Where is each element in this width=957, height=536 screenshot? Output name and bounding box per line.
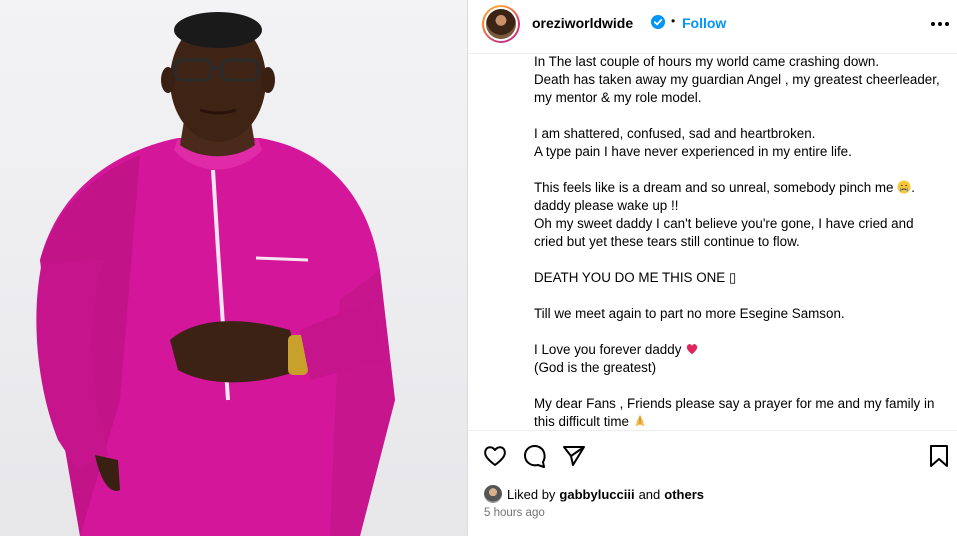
- caption-line-with-emoji: I Love you forever daddy: [534, 341, 954, 359]
- post-photo[interactable]: [0, 0, 467, 536]
- separator-dot: •: [671, 14, 676, 28]
- likes-prefix: Liked by: [507, 486, 556, 502]
- caption-period: .: [911, 180, 915, 195]
- caption-line-with-emoji: This feels like is a dream and so unreal…: [534, 179, 954, 197]
- caption-gap: [534, 161, 954, 179]
- post-timestamp[interactable]: 5 hours ago: [484, 507, 545, 519]
- post-header: oreziworldwide • Follow: [468, 0, 957, 54]
- verified-badge-icon: [651, 15, 665, 29]
- username-link[interactable]: oreziworldwide: [532, 15, 633, 31]
- liker-avatar[interactable]: [484, 485, 502, 503]
- caption-line: In The last couple of hours my world cam…: [534, 54, 880, 69]
- caption-line: Till we meet again to part no more Esegi…: [534, 306, 845, 321]
- caption-line: My dear Fans , Friends please say a pray…: [534, 396, 935, 411]
- caption-gap: [534, 377, 954, 395]
- caption-gap: [534, 323, 954, 341]
- liker-username[interactable]: gabbylucciii: [559, 487, 634, 502]
- caption-line: Death has taken away my guardian Angel ,…: [534, 72, 940, 87]
- caption-line: Oh my sweet daddy I can't believe you're…: [534, 216, 914, 231]
- man-in-pink-kaftan-image: [36, 12, 395, 536]
- instagram-post: oreziworldwide • Follow In The last coup…: [0, 0, 957, 536]
- caption-gap: [534, 107, 954, 125]
- caption-line: I am shattered, confused, sad and heartb…: [534, 126, 816, 141]
- more-options-icon[interactable]: [929, 13, 951, 35]
- post-side-panel: oreziworldwide • Follow In The last coup…: [467, 0, 957, 536]
- like-heart-icon[interactable]: [482, 443, 508, 469]
- avatar[interactable]: [482, 5, 520, 43]
- caption-text: This feels like is a dream and so unreal…: [534, 180, 894, 195]
- red-heart-icon: [686, 344, 698, 355]
- caption-line: daddy please wake up !!: [534, 198, 679, 213]
- caption-gap: [534, 251, 954, 269]
- likes-summary: Liked by gabbylucciii and others: [484, 484, 708, 504]
- share-icon[interactable]: [561, 443, 587, 469]
- likes-conjunction: and: [638, 486, 661, 502]
- post-caption: In The last couple of hours my world cam…: [534, 53, 954, 430]
- caption-text: I Love you forever daddy: [534, 342, 682, 357]
- caption-text: this difficult time: [534, 414, 630, 429]
- folded-hands-icon: [635, 414, 645, 427]
- save-bookmark-icon[interactable]: [926, 443, 952, 469]
- follow-button[interactable]: Follow: [682, 15, 726, 31]
- caption-line-with-emoji: this difficult time: [534, 413, 954, 430]
- caption-line: DEATH YOU DO ME THIS ONE ▯: [534, 270, 737, 285]
- crying-face-icon: [897, 180, 911, 194]
- caption-gap: [534, 287, 954, 305]
- action-bar: [468, 430, 957, 481]
- caption-line: my mentor & my role model.: [534, 90, 702, 105]
- caption-line: A type pain I have never experienced in …: [534, 144, 852, 159]
- likes-others-link[interactable]: others: [664, 487, 704, 502]
- caption-line: cried but yet these tears still continue…: [534, 234, 800, 249]
- caption-line: (God is the greatest): [534, 360, 657, 375]
- comment-icon[interactable]: [522, 443, 548, 469]
